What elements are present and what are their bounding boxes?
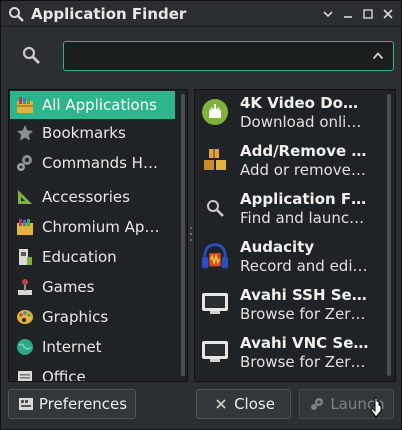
category-label: Graphics: [42, 308, 109, 326]
app-description: Download onli…: [240, 113, 362, 131]
category-all-applications[interactable]: All Applications: [10, 91, 175, 119]
app-item-application-finder[interactable]: Application F… Find and launc…: [196, 187, 382, 235]
set-square-icon: [15, 187, 35, 207]
preferences-button[interactable]: Preferences: [8, 389, 136, 419]
category-label: All Applications: [42, 96, 157, 114]
globe-icon: [15, 337, 35, 357]
app-item-audacity[interactable]: Audacity Record and edi…: [196, 235, 382, 283]
preferences-label: Preferences: [38, 395, 128, 413]
app-name: Add/Remove …: [240, 142, 367, 160]
search-input[interactable]: [72, 46, 362, 66]
category-label: Accessories: [42, 188, 130, 206]
title-bar[interactable]: Application Finder: [1, 1, 401, 27]
monitor-icon: [200, 289, 230, 319]
app-description: Browse for Zer…: [240, 353, 366, 371]
application-scrollbar[interactable]: [387, 94, 391, 376]
app-item-avahi-vnc[interactable]: Avahi VNC Se… Browse for Zer…: [196, 331, 382, 379]
app-name: Application F…: [240, 190, 367, 208]
gears-icon: [15, 153, 35, 173]
category-label: Education: [42, 248, 117, 266]
mouse-cursor-icon: [370, 397, 384, 419]
gears-icon: [308, 395, 326, 413]
search-icon: [200, 193, 230, 223]
search-field[interactable]: [63, 41, 394, 71]
app-name: Avahi VNC Se…: [240, 334, 369, 352]
category-internet[interactable]: Internet: [10, 333, 175, 361]
category-education[interactable]: Education: [10, 243, 175, 271]
preferences-icon: [17, 395, 35, 413]
close-label: Close: [234, 395, 275, 413]
category-label: Office: [42, 368, 86, 382]
maximize-icon[interactable]: [359, 5, 377, 23]
window-controls: [319, 5, 397, 23]
application-list[interactable]: 4K Video Do… Download onli… Add/Remove ……: [194, 89, 396, 382]
menu-icon[interactable]: [319, 5, 337, 23]
category-scrollbar[interactable]: [181, 94, 185, 376]
video-downloader-icon: [200, 97, 230, 127]
category-label: Internet: [42, 338, 102, 356]
joystick-icon: [15, 277, 35, 297]
pane-divider-handle[interactable]: [189, 227, 193, 241]
category-label: Bookmarks: [42, 124, 126, 142]
app-description: Record and edi…: [240, 257, 368, 275]
close-icon[interactable]: [379, 5, 397, 23]
app-item-add-remove[interactable]: Add/Remove … Add or remove…: [196, 139, 382, 187]
window-title: Application Finder: [31, 4, 187, 23]
app-name: Audacity: [240, 238, 315, 256]
category-bookmarks[interactable]: Bookmarks: [10, 119, 175, 147]
category-chromium-apps[interactable]: Chromium Ap…: [10, 213, 175, 241]
packages-icon: [200, 145, 230, 175]
monitor-icon: [200, 337, 230, 367]
minimize-icon[interactable]: [339, 5, 357, 23]
application-finder-window: Application Finder All Applications Book…: [0, 0, 402, 430]
category-graphics[interactable]: Graphics: [10, 303, 175, 331]
app-name: 4K Video Do…: [240, 94, 358, 112]
app-item-avahi-ssh[interactable]: Avahi SSH Se… Browse for Zer…: [196, 283, 382, 331]
app-description: Find and launc…: [240, 209, 365, 227]
close-icon: [212, 395, 230, 413]
app-description: Add or remove…: [240, 161, 366, 179]
app-description: Browse for Zer…: [240, 305, 366, 323]
palette-icon: [15, 307, 35, 327]
audacity-headphones-icon: [200, 241, 230, 271]
education-icon: [15, 247, 35, 267]
all-applications-icon: [15, 95, 35, 115]
category-list[interactable]: All Applications Bookmarks Commands H… A…: [8, 89, 188, 382]
search-icon: [7, 5, 25, 23]
category-commands-history[interactable]: Commands H…: [10, 149, 175, 177]
app-name: Avahi SSH Se…: [240, 286, 367, 304]
category-games[interactable]: Games: [10, 273, 175, 301]
applications-icon: [15, 217, 35, 237]
category-accessories[interactable]: Accessories: [10, 183, 175, 211]
close-button[interactable]: Close: [196, 389, 291, 419]
star-icon: [15, 123, 35, 143]
chevron-up-icon[interactable]: [369, 47, 387, 65]
category-label: Games: [42, 278, 95, 296]
office-icon: [15, 367, 35, 381]
category-label: Commands H…: [42, 154, 158, 172]
search-icon: [21, 45, 41, 65]
category-office[interactable]: Office: [10, 363, 175, 382]
category-label: Chromium Ap…: [42, 218, 160, 236]
app-item-4k-video-downloader[interactable]: 4K Video Do… Download onli…: [196, 91, 382, 139]
